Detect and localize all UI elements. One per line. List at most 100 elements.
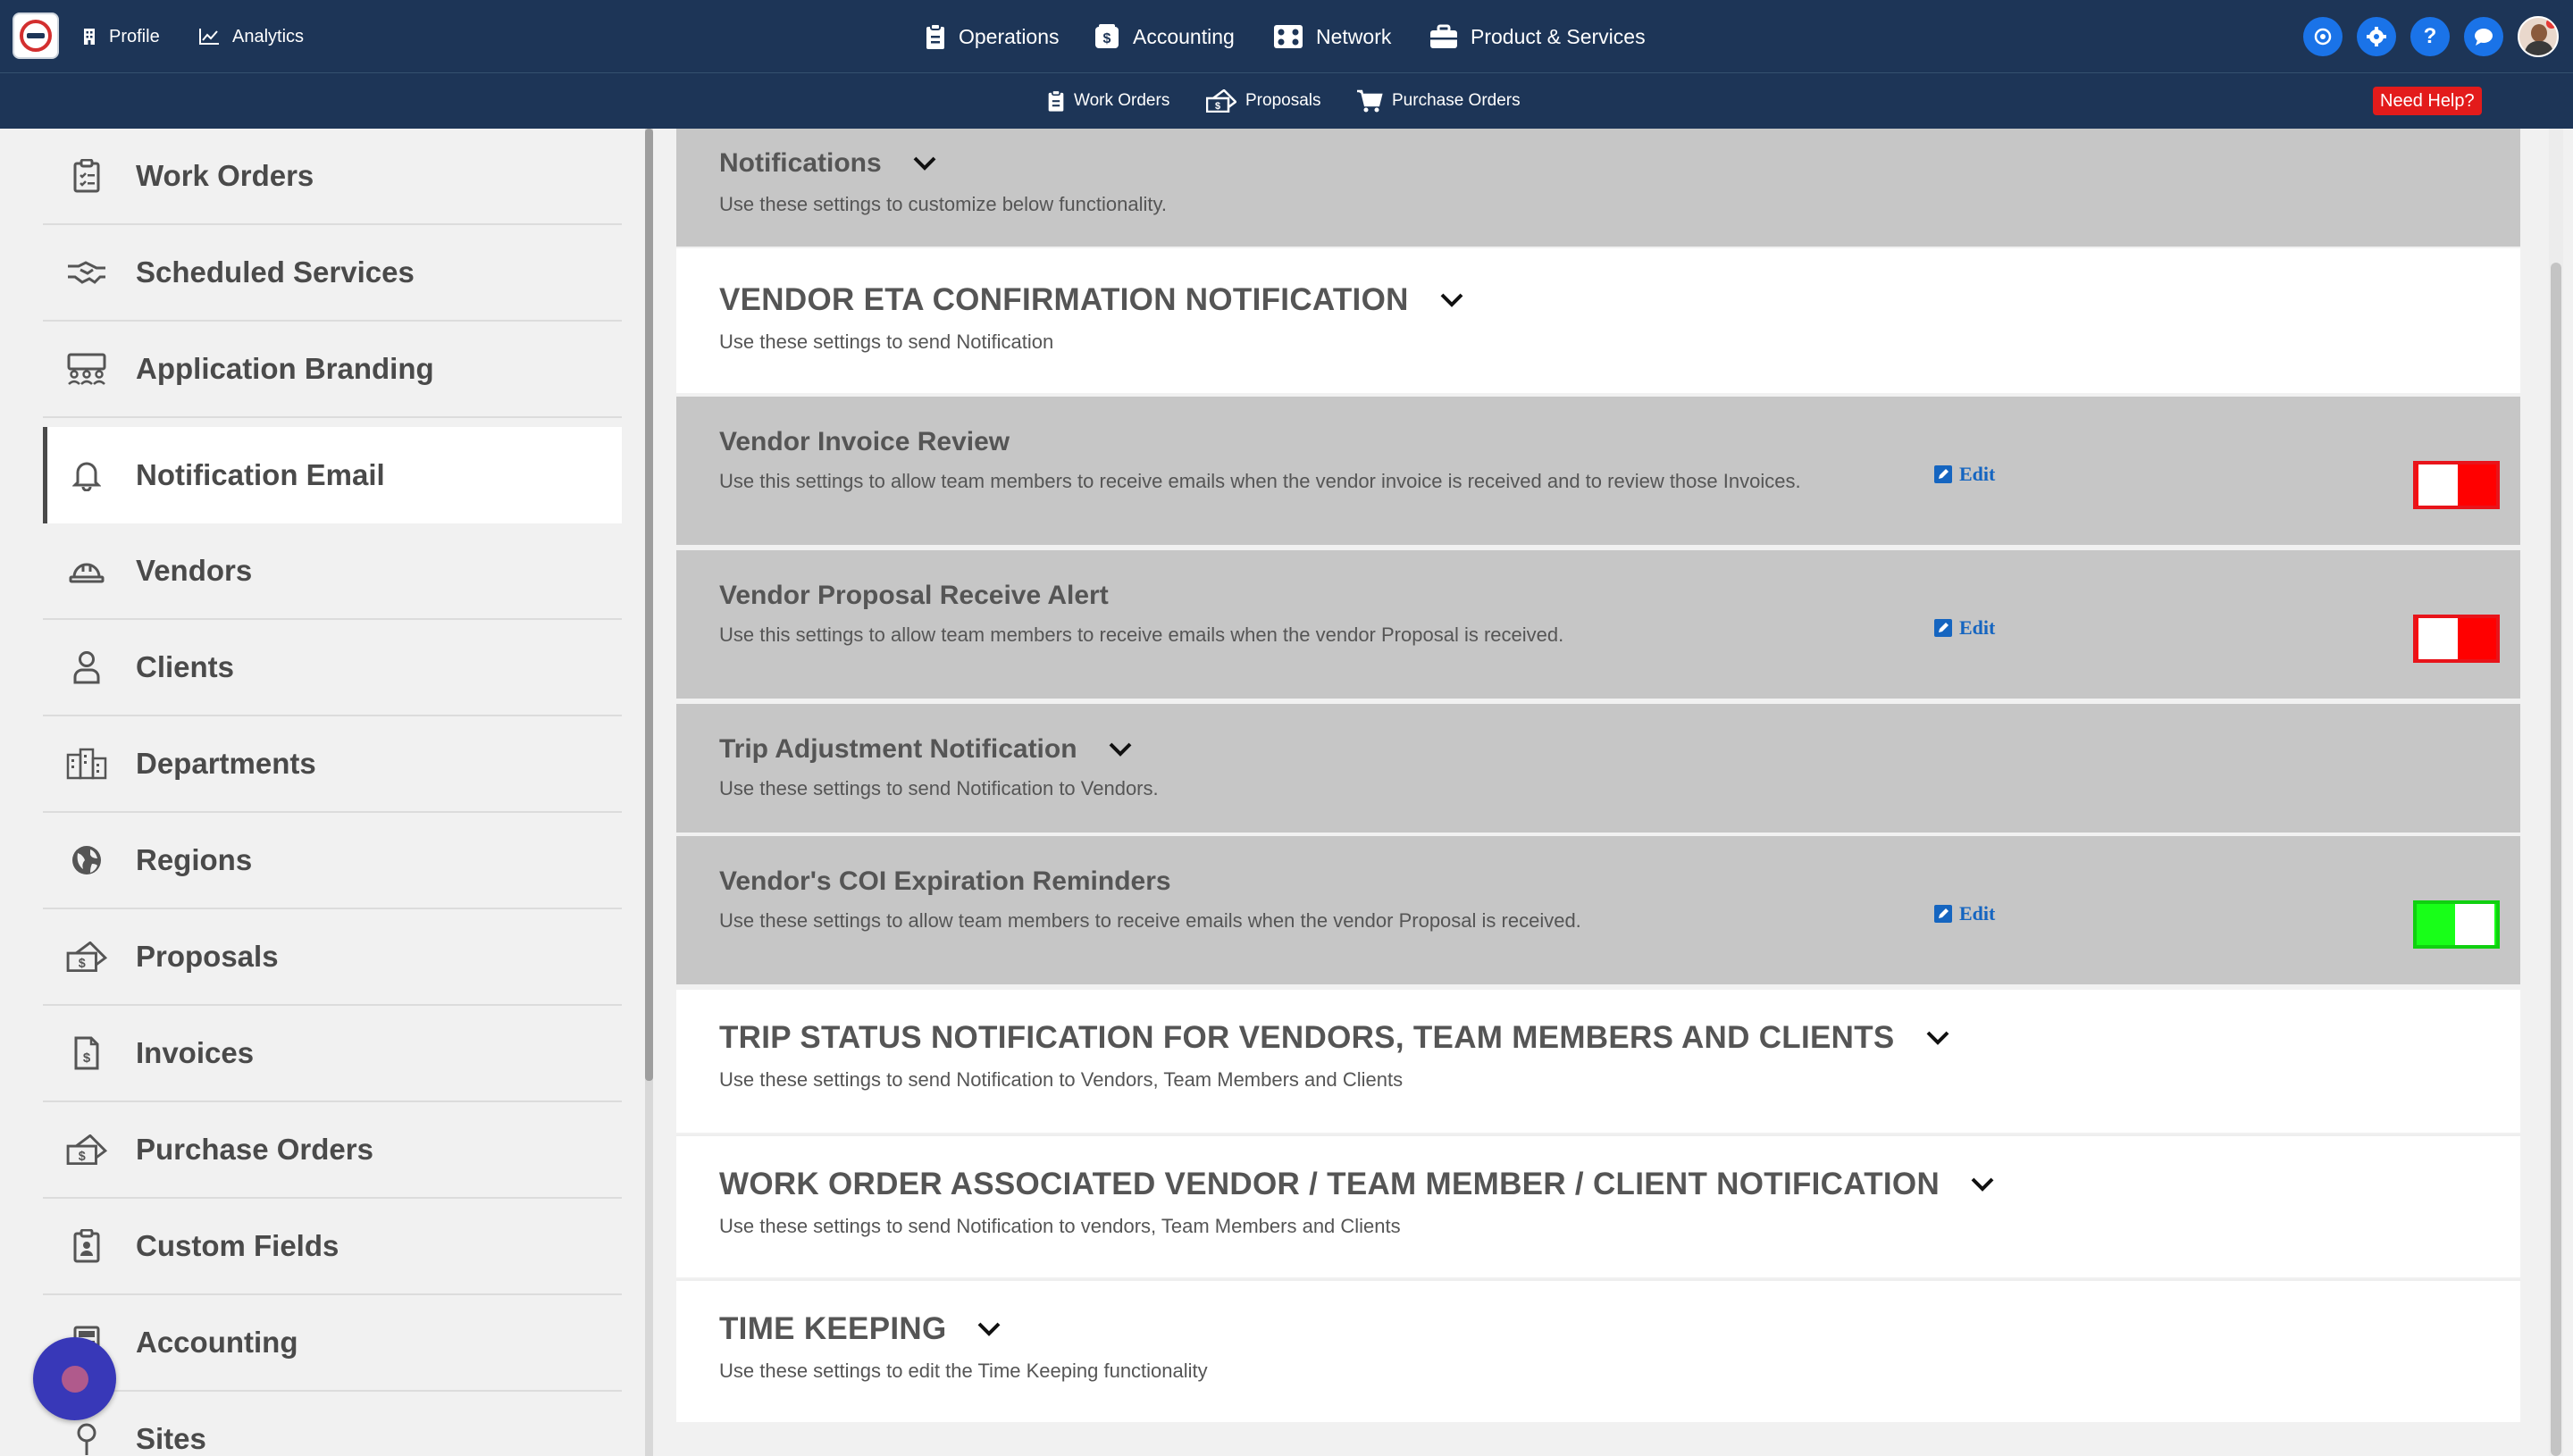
- nav-operations[interactable]: Operations: [925, 0, 1060, 73]
- sync-icon: [2314, 28, 2332, 46]
- nav-accounting-label: Accounting: [1133, 24, 1235, 48]
- hardhat-icon: [66, 550, 107, 591]
- toolbox-icon: [1430, 24, 1457, 48]
- sidebar-item-application-branding[interactable]: Application Branding: [43, 322, 622, 418]
- nav-profile[interactable]: Profile: [82, 0, 160, 73]
- chart-line-icon: [199, 29, 219, 45]
- invoice-icon: $: [66, 1033, 107, 1074]
- chevron-down-icon[interactable]: [1108, 741, 1133, 757]
- bell-icon: [66, 455, 107, 496]
- section-title: Vendor Invoice Review: [719, 427, 1010, 456]
- section-notifications: Notifications Use these settings to cust…: [676, 129, 2520, 247]
- sidebar-item-label: Notification Email: [136, 458, 385, 491]
- people-board-icon: [66, 348, 107, 389]
- sidebar-item-invoices[interactable]: $ Invoices: [43, 1006, 622, 1102]
- section-title-row: WORK ORDER ASSOCIATED VENDOR / TEAM MEMB…: [719, 1167, 1995, 1202]
- nav-accounting[interactable]: $ Accounting: [1094, 0, 1235, 73]
- section-description: Use these settings to edit the Time Keep…: [719, 1360, 1208, 1382]
- svg-text:$: $: [83, 1050, 91, 1066]
- sidebar-item-label: Purchase Orders: [136, 1133, 373, 1166]
- top-navbar: Profile Analytics Operations $ Accountin…: [0, 0, 2573, 73]
- sidebar-item-label: Custom Fields: [136, 1229, 339, 1262]
- edit-icon: [1934, 619, 1952, 637]
- subnav-work-orders[interactable]: Work Orders: [1047, 73, 1169, 129]
- subnav-purchase-orders[interactable]: Purchase Orders: [1356, 73, 1521, 129]
- sidebar-item-vendors[interactable]: Vendors: [43, 523, 622, 620]
- section-description: Use these settings to allow team members…: [719, 909, 1581, 932]
- sidebar-item-purchase-orders[interactable]: $ Purchase Orders: [43, 1102, 622, 1199]
- help-button[interactable]: ?: [2410, 17, 2450, 56]
- sidebar-item-regions[interactable]: Regions: [43, 813, 622, 909]
- need-help-button[interactable]: Need Help?: [2373, 87, 2482, 115]
- page-scrollbar[interactable]: [2540, 129, 2573, 1456]
- section-trip-status: TRIP STATUS NOTIFICATION FOR VENDORS, TE…: [676, 990, 2520, 1133]
- sidebar-scrollbar-thumb[interactable]: [645, 129, 653, 1081]
- section-vendor-coi-expiration: Vendor's COI Expiration Reminders Use th…: [676, 836, 2520, 984]
- subnav-proposals[interactable]: $ Proposals: [1206, 73, 1321, 129]
- user-avatar[interactable]: [2518, 16, 2559, 57]
- calculator-dollar-icon: $: [1095, 24, 1119, 48]
- edit-button[interactable]: Edit: [1934, 902, 1995, 925]
- page-scrollbar-thumb[interactable]: [2551, 263, 2561, 1456]
- chevron-down-icon[interactable]: [1925, 1030, 1950, 1046]
- app-logo[interactable]: [13, 13, 59, 59]
- sidebar-item-label: Invoices: [136, 1036, 255, 1069]
- vendor-proposal-alert-toggle[interactable]: [2413, 615, 2500, 663]
- chevron-down-icon[interactable]: [1439, 292, 1464, 308]
- chat-widget-button[interactable]: [33, 1337, 116, 1420]
- section-title-row: Notifications: [719, 148, 937, 179]
- section-description: Use these settings to send Notification …: [719, 1068, 1404, 1091]
- section-title: TRIP STATUS NOTIFICATION FOR VENDORS, TE…: [719, 1020, 1895, 1055]
- nav-network[interactable]: Network: [1273, 0, 1391, 73]
- section-title-row: Vendor's COI Expiration Reminders: [719, 866, 1171, 897]
- sidebar-item-departments[interactable]: Departments: [43, 716, 622, 813]
- edit-label: Edit: [1959, 463, 1996, 485]
- sidebar-item-clients[interactable]: Clients: [43, 620, 622, 716]
- nav-analytics-label: Analytics: [232, 26, 305, 46]
- nav-network-label: Network: [1316, 24, 1392, 48]
- sidebar-item-notification-email[interactable]: Notification Email: [43, 427, 622, 523]
- section-title-row: VENDOR ETA CONFIRMATION NOTIFICATION: [719, 282, 1464, 318]
- sidebar-item-accounting[interactable]: Accounting: [43, 1295, 622, 1392]
- sidebar-item-proposals[interactable]: $ Proposals: [43, 909, 622, 1006]
- chevron-down-icon[interactable]: [912, 155, 937, 172]
- chevron-down-icon[interactable]: [976, 1321, 1002, 1337]
- section-title: Vendor Proposal Receive Alert: [719, 581, 1109, 610]
- edit-label: Edit: [1959, 616, 1996, 639]
- sidebar-item-label: Regions: [136, 843, 253, 876]
- edit-button[interactable]: Edit: [1934, 616, 1995, 640]
- chat-bubble-icon: [2475, 29, 2493, 46]
- user-icon: [66, 647, 107, 688]
- edit-icon: [1934, 905, 1952, 923]
- section-vendor-eta-confirmation: VENDOR ETA CONFIRMATION NOTIFICATION Use…: [676, 248, 2520, 393]
- sidebar-scrollbar[interactable]: [645, 129, 653, 1456]
- vendor-invoice-review-toggle[interactable]: [2413, 461, 2500, 509]
- section-description: Use these settings to send Notification …: [719, 777, 1159, 799]
- main-content: Notifications Use these settings to cust…: [653, 129, 2540, 1456]
- sidebar-item-custom-fields[interactable]: Custom Fields: [43, 1199, 622, 1295]
- section-title: VENDOR ETA CONFIRMATION NOTIFICATION: [719, 282, 1409, 317]
- sidebar-item-sites[interactable]: Sites: [43, 1392, 622, 1456]
- integrations-button[interactable]: [2303, 17, 2343, 56]
- chevron-down-icon[interactable]: [1970, 1176, 1995, 1192]
- section-vendor-invoice-review: Vendor Invoice Review Use this settings …: [676, 397, 2520, 545]
- nav-product-services-label: Product & Services: [1471, 24, 1646, 48]
- nav-profile-label: Profile: [109, 26, 160, 46]
- nav-analytics[interactable]: Analytics: [198, 0, 304, 73]
- sidebar-item-label: Vendors: [136, 554, 253, 587]
- chat-button[interactable]: [2464, 17, 2503, 56]
- sidebar-item-scheduled-services[interactable]: Scheduled Services: [43, 225, 622, 322]
- building-icon: [84, 29, 95, 45]
- settings-sidebar: Work Orders Scheduled Services Applicati…: [0, 129, 645, 1456]
- nav-product-services[interactable]: Product & Services: [1429, 0, 1646, 73]
- sidebar-item-label: Sites: [136, 1422, 206, 1455]
- settings-button[interactable]: [2357, 17, 2396, 56]
- section-title-row: TRIP STATUS NOTIFICATION FOR VENDORS, TE…: [719, 1020, 1950, 1056]
- question-icon: ?: [2423, 24, 2437, 48]
- edit-button[interactable]: Edit: [1934, 463, 1995, 486]
- clipboard-icon: [1048, 89, 1064, 112]
- vendor-coi-expiration-toggle[interactable]: [2413, 900, 2500, 949]
- sidebar-item-work-orders[interactable]: Work Orders: [43, 129, 622, 225]
- clipboard-user-icon: [66, 1226, 107, 1267]
- cart-icon: [1357, 89, 1383, 113]
